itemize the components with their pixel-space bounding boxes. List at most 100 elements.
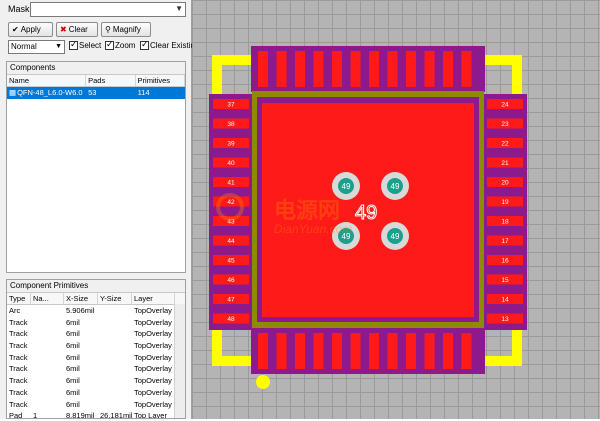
bottom-pad[interactable] [387, 333, 398, 369]
magnify-button[interactable]: ⚲ Magnify [101, 22, 151, 37]
center-pad-label: 49 [355, 202, 377, 224]
bottom-pad[interactable] [369, 333, 379, 369]
table-cell: Track [9, 399, 28, 409]
table-row[interactable]: Track 6mil TopOverlay [7, 399, 185, 411]
component-pads: 53 [88, 88, 97, 97]
table-cell: TopOverlay [134, 387, 172, 397]
table-cell: 8.819mil [66, 411, 95, 419]
top-pad[interactable] [424, 51, 435, 87]
table-row[interactable]: Track 6mil TopOverlay [7, 387, 185, 399]
bottom-pad[interactable] [461, 333, 472, 369]
pad-number: 38 [227, 121, 235, 128]
table-row[interactable]: Pad 1 8.819mil 26.181mil Top Layer [7, 410, 185, 419]
top-pad[interactable] [350, 51, 361, 87]
pcb-library-panel: Mask ▼ ✔ Apply ✖ Clear ⚲ Magnify Normal … [0, 0, 195, 419]
column-layer[interactable]: Layer [132, 293, 175, 304]
clear-button[interactable]: ✖ Clear [56, 22, 98, 37]
table-cell [98, 352, 132, 364]
apply-button[interactable]: ✔ Apply [8, 22, 53, 37]
via-label: 49 [391, 182, 400, 191]
bottom-pad[interactable] [313, 333, 324, 369]
top-pad[interactable] [276, 51, 287, 87]
table-cell [98, 387, 132, 399]
mode-select[interactable]: Normal ▼ [8, 40, 65, 54]
table-row[interactable]: Arc 5.906mil TopOverlay [7, 305, 185, 317]
primitives-list: Arc 5.906mil TopOverlay Track 6mil TopOverlay… [7, 305, 185, 419]
table-cell [31, 328, 64, 340]
component-primitives: 114 [137, 88, 150, 97]
vertical-scrollbar[interactable] [174, 304, 185, 418]
column-primitives[interactable]: Primitives [136, 75, 185, 86]
table-cell [98, 375, 132, 387]
top-pad[interactable] [406, 51, 416, 87]
top-pad[interactable] [387, 51, 398, 87]
bottom-pad[interactable] [350, 333, 361, 369]
top-pad[interactable] [369, 51, 379, 87]
pad-number: 46 [227, 277, 235, 284]
clear-label: Clear [68, 25, 88, 34]
magnify-label: Magnify [112, 25, 141, 34]
top-pad[interactable] [313, 51, 324, 87]
pad-number: 42 [227, 199, 235, 206]
table-row[interactable]: Track 6mil TopOverlay [7, 317, 185, 329]
footprint-drawing: 3738394041424344454647482423222120191817… [209, 46, 527, 389]
component-name: QFN-48_L6.0-W6.0 [17, 88, 83, 97]
table-row[interactable]: Track 6mil TopOverlay [7, 340, 185, 352]
chevron-down-icon: ▼ [55, 43, 62, 50]
column-x-size[interactable]: X-Size [64, 293, 98, 304]
magnify-icon: ⚲ [105, 25, 111, 34]
select-label: Select [79, 41, 102, 50]
table-cell [31, 305, 64, 317]
chevron-down-icon[interactable]: ▼ [175, 4, 183, 13]
primitives-header: Type Na... X-Size Y-Size Layer [7, 293, 185, 305]
zoom-label: Zoom [115, 41, 136, 50]
table-cell: Track [9, 376, 28, 386]
pad-number: 16 [501, 258, 509, 265]
bottom-pad[interactable] [406, 333, 416, 369]
mask-input[interactable]: ▼ [30, 2, 186, 17]
components-title: Components [7, 62, 185, 75]
bottom-pad[interactable] [258, 333, 268, 369]
table-cell: Track [9, 317, 28, 327]
table-row[interactable]: Track 6mil TopOverlay [7, 363, 185, 375]
pad-number: 44 [227, 238, 235, 245]
bottom-pad[interactable] [276, 333, 287, 369]
silkscreen-corner [212, 330, 251, 366]
pad-number: 23 [501, 121, 509, 128]
top-pad[interactable] [258, 51, 268, 87]
pad-number: 22 [501, 141, 509, 148]
table-row[interactable]: ▦ QFN-48_L6.0-W6.0 53 114 [7, 87, 185, 99]
top-pad[interactable] [295, 51, 305, 87]
checkmark-icon: ✔ [12, 25, 19, 34]
pad-number: 47 [227, 297, 235, 304]
select-checkbox[interactable]: Select [69, 39, 102, 50]
bottom-pad[interactable] [424, 333, 435, 369]
checkbox-icon [140, 39, 149, 50]
mode-value: Normal [11, 42, 37, 51]
column-name[interactable]: Na... [31, 293, 64, 304]
top-pad[interactable] [332, 51, 342, 87]
bottom-pad[interactable] [443, 333, 453, 369]
column-pads[interactable]: Pads [86, 75, 136, 86]
table-row[interactable]: Track 6mil TopOverlay [7, 328, 185, 340]
table-cell: Pad [9, 411, 23, 419]
table-cell: 6mil [66, 364, 80, 374]
top-pad[interactable] [443, 51, 453, 87]
pad-number: 18 [501, 219, 509, 226]
pad-number: 39 [227, 141, 235, 148]
column-y-size[interactable]: Y-Size [98, 293, 132, 304]
silkscreen-corner [485, 330, 522, 366]
clear-existing-checkbox[interactable]: Clear Existin [140, 39, 195, 50]
pcb-canvas[interactable]: 37 38 39 40 41 42 43 44 45 46 47 48 24 23 22 21 20 19 18 17… [192, 0, 600, 419]
column-type[interactable]: Type [7, 293, 31, 304]
table-cell [98, 399, 132, 411]
table-row[interactable]: Track 6mil TopOverlay [7, 352, 185, 364]
table-cell: Top Layer [134, 411, 167, 419]
top-pad[interactable] [461, 51, 472, 87]
bottom-pad[interactable] [295, 333, 305, 369]
table-cell: TopOverlay [134, 364, 172, 374]
bottom-pad[interactable] [332, 333, 342, 369]
column-name[interactable]: Name [7, 75, 87, 86]
table-row[interactable]: Track 6mil TopOverlay [7, 375, 185, 387]
zoom-checkbox[interactable]: Zoom [105, 39, 136, 50]
